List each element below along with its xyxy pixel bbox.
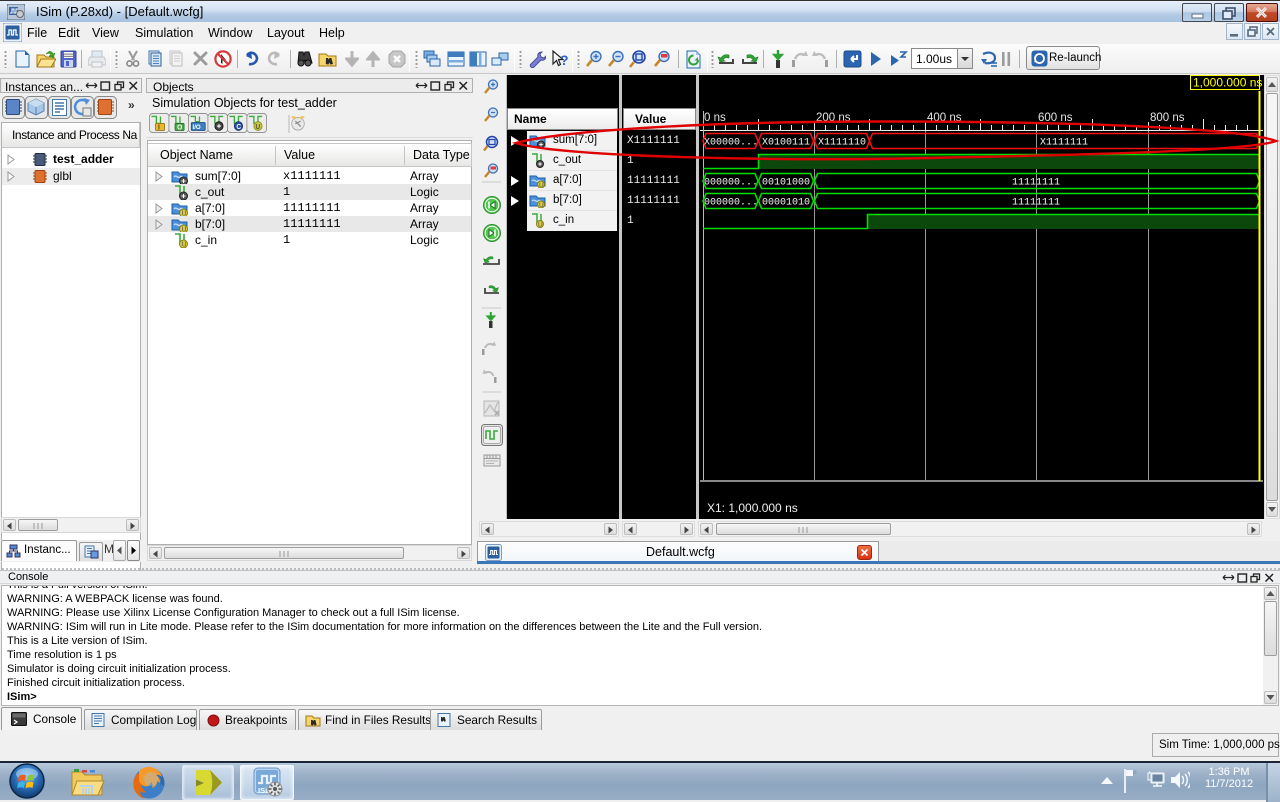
svg-text:O: O <box>177 124 182 131</box>
svg-text:00101000: 00101000 <box>762 178 810 189</box>
svg-text:I: I <box>158 124 160 131</box>
svg-text:800 ns: 800 ns <box>1150 112 1185 124</box>
svg-text:000000...: 000000... <box>704 178 758 189</box>
svg-text:U: U <box>539 182 544 188</box>
svg-text:400 ns: 400 ns <box>927 112 962 124</box>
svg-text:200 ns: 200 ns <box>816 112 851 124</box>
svg-text:U: U <box>182 242 187 249</box>
svg-text:X1111110: X1111110 <box>818 138 866 149</box>
svg-text:11111111: 11111111 <box>1012 198 1060 209</box>
svg-text:X0100111: X0100111 <box>762 138 810 149</box>
svg-text:X1111111: X1111111 <box>1040 138 1088 149</box>
svg-text:000000...: 000000... <box>704 198 758 209</box>
svg-text:U: U <box>256 124 261 131</box>
svg-text:X1: 1,000.000 ns: X1: 1,000.000 ns <box>707 501 798 515</box>
svg-text:?: ? <box>560 52 569 68</box>
svg-text:U: U <box>539 202 544 208</box>
svg-text:600 ns: 600 ns <box>1038 112 1073 124</box>
svg-text:C: C <box>236 124 241 131</box>
svg-text:X00000...: X00000... <box>704 138 758 149</box>
svg-text:00001010: 00001010 <box>762 198 810 209</box>
svg-text:0 ns: 0 ns <box>704 112 726 124</box>
svg-text:U: U <box>538 222 543 229</box>
svg-text:1,000.000 ns: 1,000.000 ns <box>1193 76 1262 90</box>
svg-text:11111111: 11111111 <box>1012 178 1060 189</box>
svg-text:I/O: I/O <box>193 124 201 131</box>
